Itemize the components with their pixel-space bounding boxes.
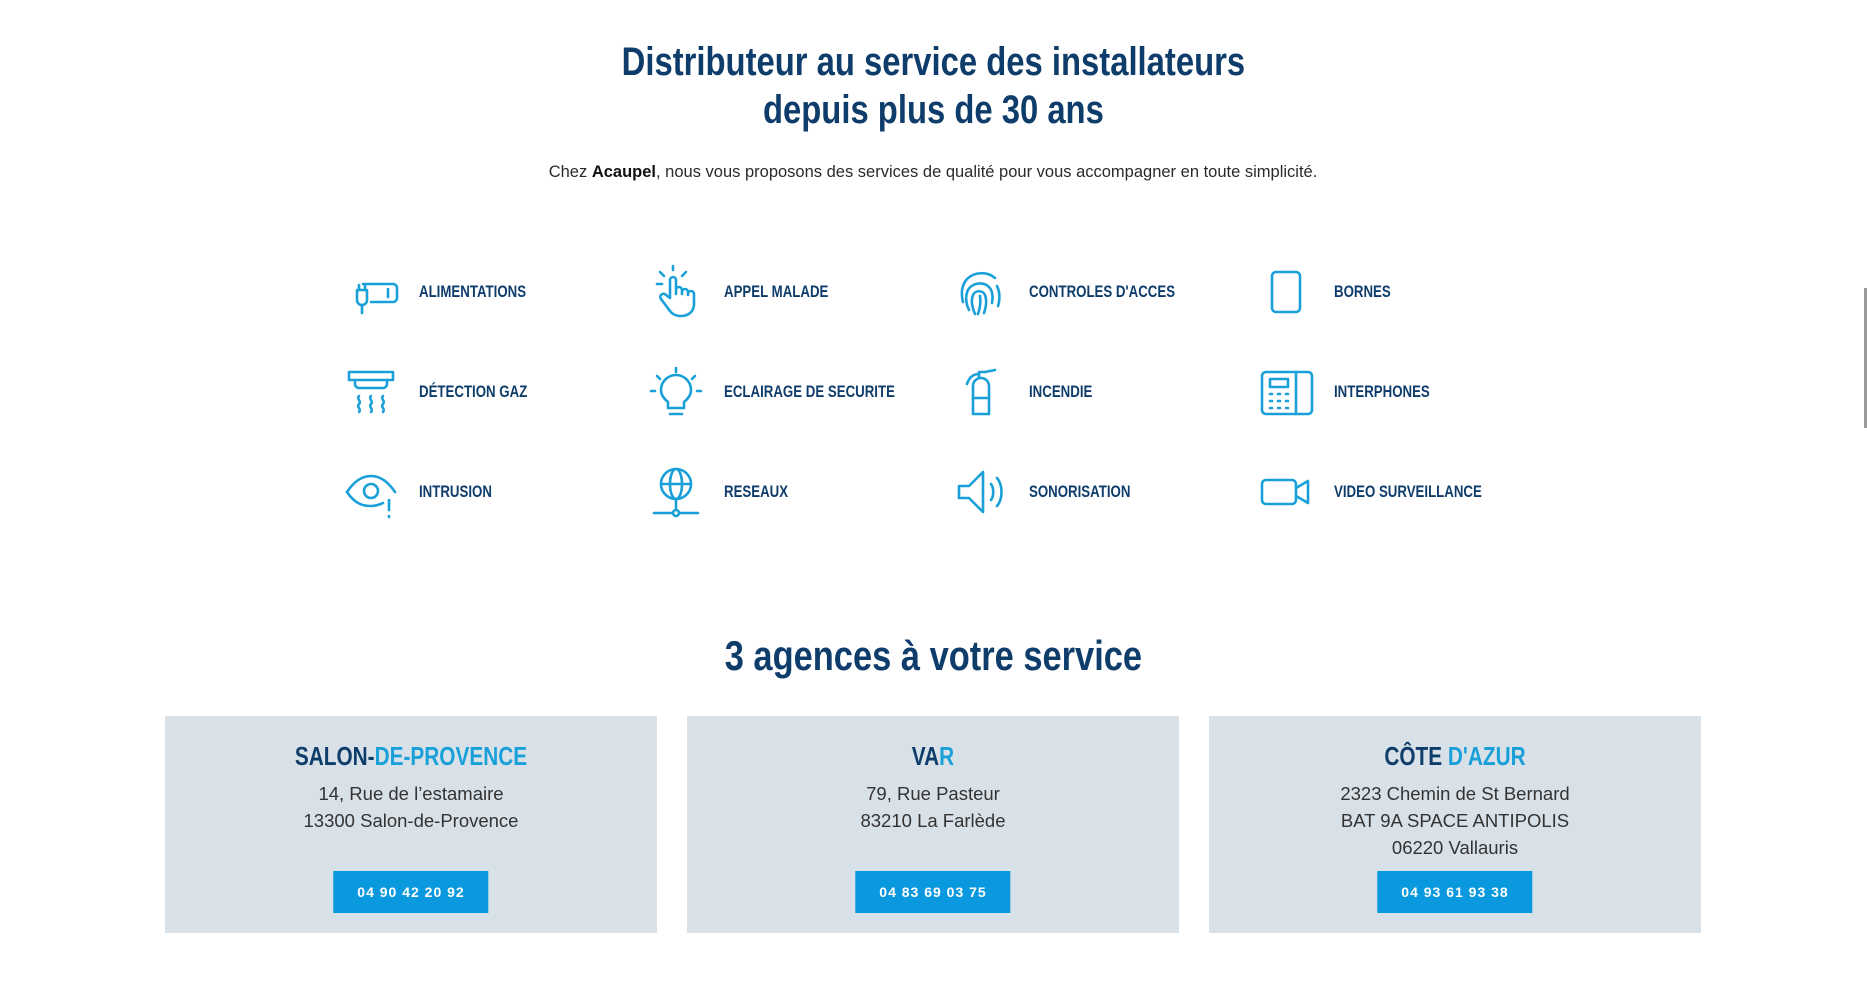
agency-address: 79, Rue Pasteur 83210 La Farlède <box>687 780 1179 834</box>
agency-address: 2323 Chemin de St Bernard BAT 9A SPACE A… <box>1209 780 1701 861</box>
service-detection-gaz[interactable]: DÉTECTION GAZ <box>343 362 643 422</box>
power-plug-battery-icon <box>343 264 399 320</box>
address-line: 83210 La Farlède <box>860 810 1006 831</box>
service-incendie[interactable]: INCENDIE <box>953 362 1253 422</box>
agency-name: SALON-DE-PROVENCE <box>294 741 528 771</box>
service-label: CONTROLES D'ACCES <box>1029 282 1176 301</box>
service-label: SONORISATION <box>1029 482 1131 501</box>
gas-detector-icon <box>343 364 399 420</box>
service-label: ECLAIRAGE DE SECURITE <box>724 382 895 401</box>
phone-button[interactable]: 04 90 42 20 92 <box>333 871 489 913</box>
eye-alert-icon <box>343 464 399 520</box>
agencies-title: 3 agences à votre service <box>724 632 1143 679</box>
services-grid: ALIMENTATIONS APPEL MALADE CONTROLES D'A… <box>0 0 1867 560</box>
service-appel-malade[interactable]: APPEL MALADE <box>648 262 948 322</box>
service-label: INCENDIE <box>1029 382 1093 401</box>
phone-button[interactable]: 04 83 69 03 75 <box>855 871 1011 913</box>
intercom-icon <box>1258 364 1314 420</box>
service-label: RESEAUX <box>724 482 789 501</box>
service-video-surveillance[interactable]: VIDEO SURVEILLANCE <box>1258 462 1558 522</box>
service-bornes[interactable]: BORNES <box>1258 262 1558 322</box>
speaker-icon <box>953 464 1009 520</box>
touch-hand-icon <box>648 264 704 320</box>
service-alimentations[interactable]: ALIMENTATIONS <box>343 262 643 322</box>
address-line: 14, Rue de l’estamaire <box>318 783 504 804</box>
terminal-icon <box>1258 264 1314 320</box>
service-reseaux[interactable]: RESEAUX <box>648 462 948 522</box>
service-sonorisation[interactable]: SONORISATION <box>953 462 1253 522</box>
service-label: BORNES <box>1334 282 1391 301</box>
service-interphones[interactable]: INTERPHONES <box>1258 362 1558 422</box>
globe-network-icon <box>648 464 704 520</box>
service-label: DÉTECTION GAZ <box>419 382 528 401</box>
address-line: 79, Rue Pasteur <box>866 783 1000 804</box>
address-line: 06220 Vallauris <box>1391 837 1519 858</box>
service-label: INTRUSION <box>419 482 492 501</box>
phone-button[interactable]: 04 93 61 93 38 <box>1377 871 1533 913</box>
lightbulb-icon <box>648 364 704 420</box>
service-eclairage-securite[interactable]: ECLAIRAGE DE SECURITE <box>648 362 948 422</box>
agency-address: 14, Rue de l’estamaire 13300 Salon-de-Pr… <box>165 780 657 834</box>
fingerprint-icon <box>953 264 1009 320</box>
agency-name: VAR <box>911 741 955 771</box>
address-line: 2323 Chemin de St Bernard <box>1340 783 1570 804</box>
service-intrusion[interactable]: INTRUSION <box>343 462 643 522</box>
agency-card-var: VAR 79, Rue Pasteur 83210 La Farlède 04 … <box>687 716 1179 933</box>
service-label: INTERPHONES <box>1334 382 1430 401</box>
service-label: VIDEO SURVEILLANCE <box>1334 482 1482 501</box>
address-line: BAT 9A SPACE ANTIPOLIS <box>1340 810 1570 831</box>
agency-name: CÔTE D'AZUR <box>1384 741 1526 771</box>
agency-card-salon: SALON-DE-PROVENCE 14, Rue de l’estamaire… <box>165 716 657 933</box>
video-camera-icon <box>1258 464 1314 520</box>
fire-extinguisher-icon <box>953 364 1009 420</box>
address-line: 13300 Salon-de-Provence <box>303 810 519 831</box>
service-label: ALIMENTATIONS <box>419 282 527 301</box>
agency-card-cote-azur: CÔTE D'AZUR 2323 Chemin de St Bernard BA… <box>1209 716 1701 933</box>
service-label: APPEL MALADE <box>724 282 829 301</box>
service-controles-acces[interactable]: CONTROLES D'ACCES <box>953 262 1253 322</box>
